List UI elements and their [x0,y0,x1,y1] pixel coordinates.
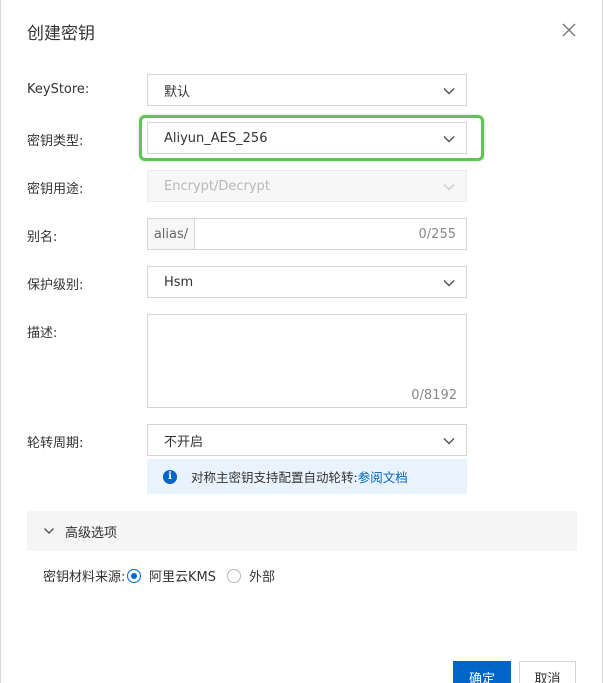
description-textarea[interactable]: 0/8192 [147,314,467,408]
chevron-down-icon [443,279,455,287]
keystore-value: 默认 [164,84,191,100]
chevron-down-icon [443,437,455,445]
radio-external[interactable]: 外部 [227,566,275,585]
key-type-value: Aliyun_AES_256 [164,130,268,146]
radio-aliyun-kms[interactable]: 阿里云KMS [127,566,216,585]
notice-text: 对称主密钥支持配置自动轮转: [191,470,358,485]
key-usage-select: Encrypt/Decrypt [147,170,467,202]
description-counter: 0/8192 [411,388,457,403]
alias-field[interactable]: 0/255 [195,219,466,249]
description-label: 描述: [27,326,58,341]
key-usage-value: Encrypt/Decrypt [164,178,270,194]
chevron-down-icon [443,183,455,191]
docs-link[interactable]: 参阅文档 [358,467,408,486]
alias-label: 别名: [27,230,58,245]
chevron-down-icon [443,87,455,95]
rotation-label: 轮转周期: [27,436,84,451]
radio-external-label: 外部 [249,570,276,585]
keystore-label: KeyStore: [27,82,90,97]
key-material-source-label: 密钥材料来源: [43,570,126,585]
keystore-select[interactable]: 默认 [147,74,467,106]
radio-selected-icon [127,568,141,583]
cancel-button[interactable]: 取消 [519,661,576,683]
close-icon[interactable] [560,21,578,39]
rotation-value: 不开启 [164,434,204,450]
rotation-select[interactable]: 不开启 [147,424,467,456]
radio-aliyun-kms-label: 阿里云KMS [149,570,216,585]
advanced-options-title: 高级选项 [65,525,118,541]
info-icon: i [163,469,177,484]
dialog: 创建密钥 KeyStore: 默认 密钥类型: Aliyun_AES_256 密… [0,0,603,683]
protection-level-value: Hsm [164,274,194,290]
key-type-select[interactable]: Aliyun_AES_256 [147,122,467,154]
chevron-down-icon [443,135,455,143]
radio-unselected-icon [227,568,241,583]
alias-input[interactable]: alias/ 0/255 [147,218,467,250]
alias-prefix: alias/ [148,219,195,249]
protection-level-label: 保护级别: [27,278,84,293]
chevron-down-icon [44,528,54,534]
advanced-options-toggle[interactable]: 高级选项 [27,511,577,551]
key-type-label: 密钥类型: [27,134,84,149]
confirm-button[interactable]: 确定 [453,661,511,683]
protection-level-select[interactable]: Hsm [147,266,467,298]
key-usage-label: 密钥用途: [27,182,84,197]
rotation-notice: i 对称主密钥支持配置自动轮转: 参阅文档 [147,459,467,494]
alias-counter: 0/255 [418,227,456,242]
dialog-title: 创建密钥 [27,24,95,44]
